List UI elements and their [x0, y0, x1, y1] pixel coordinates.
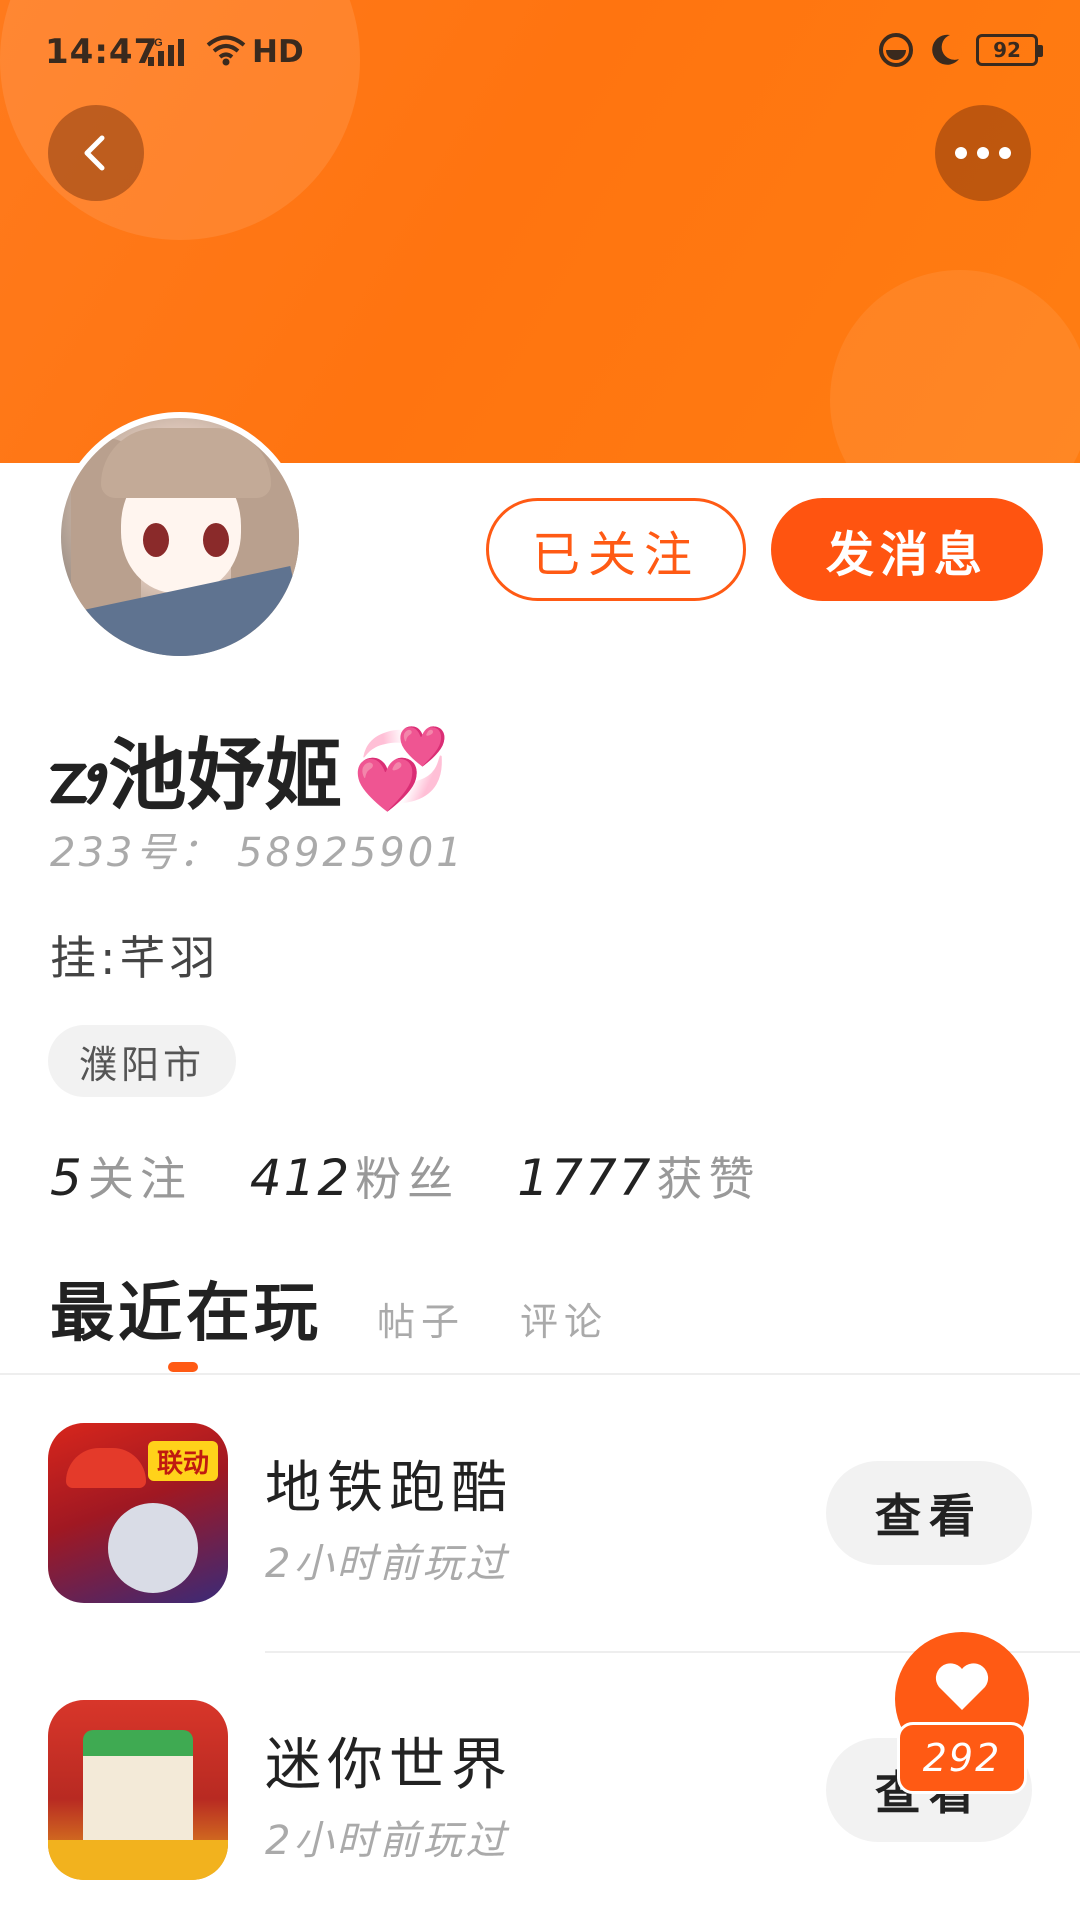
collab-badge: 联动: [148, 1441, 218, 1481]
profile-tabs: 最近在玩 帖子 评论: [50, 1262, 663, 1354]
chevron-left-icon: [84, 135, 105, 171]
game-last-played: 2小时前玩过: [265, 1818, 509, 1864]
divider: [0, 1373, 1080, 1375]
battery-icon: 92: [976, 34, 1043, 66]
status-right-group: 92: [878, 32, 1043, 68]
like-count: 292: [897, 1722, 1027, 1794]
username: ᤁᤣ池妤姬 💞: [50, 713, 450, 825]
game-last-played: 2小时前玩过: [265, 1541, 509, 1587]
tab-comments[interactable]: 评论: [520, 1291, 608, 1354]
focus-mode-icon: [879, 33, 913, 67]
stat-label: 关注: [87, 1152, 192, 1206]
status-bar: 14:47 4G HD 92: [0, 0, 1080, 105]
followed-button[interactable]: 已关注: [486, 498, 746, 601]
active-tab-indicator: [168, 1362, 198, 1372]
mini-world-icon[interactable]: [48, 1700, 228, 1880]
stat-label: 获赞: [656, 1152, 761, 1206]
more-button[interactable]: [935, 105, 1031, 201]
user-id[interactable]: 233号： 58925901: [50, 820, 465, 878]
location-chip: 濮阳市: [48, 1025, 236, 1097]
user-signature: 挂:芊羽: [50, 931, 220, 985]
game-name: 地铁跑酷: [265, 1456, 513, 1521]
network-type-label: 4G: [148, 37, 163, 49]
stat-number: 412: [249, 1149, 352, 1207]
game-name: 迷你世界: [265, 1733, 513, 1798]
decorative-circle: [830, 270, 1080, 463]
heart-icon: [935, 1663, 989, 1710]
signal-icon: 4G: [148, 35, 202, 71]
stat-number: 1777: [517, 1149, 653, 1207]
revolving-hearts-icon: 💞: [352, 723, 450, 814]
stat-likes[interactable]: 1777 获赞: [517, 1143, 760, 1209]
stat-label: 粉丝: [355, 1152, 460, 1206]
avatar[interactable]: [55, 412, 305, 662]
do-not-disturb-moon-icon: [932, 34, 959, 65]
profile-stats: 5 关注 412 粉丝 1777 获赞: [50, 1143, 819, 1209]
view-game-button[interactable]: 查看: [826, 1461, 1032, 1565]
tab-posts[interactable]: 帖子: [377, 1291, 465, 1354]
status-time: 14:47: [45, 32, 159, 72]
stat-following[interactable]: 5 关注: [50, 1143, 192, 1209]
game-list-item[interactable]: 联动 地铁跑酷 2小时前玩过 查看: [0, 1423, 1080, 1603]
stat-fans[interactable]: 412 粉丝: [250, 1143, 459, 1209]
subway-surfers-icon[interactable]: 联动: [48, 1423, 228, 1603]
wifi-icon: [206, 34, 246, 70]
send-message-button[interactable]: 发消息: [771, 498, 1043, 601]
hd-label: HD: [252, 34, 304, 70]
username-text: ᤁᤣ池妤姬: [50, 731, 343, 821]
tab-recently-played[interactable]: 最近在玩: [50, 1262, 322, 1354]
back-button[interactable]: [48, 105, 144, 201]
more-dots-icon: [955, 147, 1011, 159]
stat-number: 5: [50, 1149, 84, 1207]
